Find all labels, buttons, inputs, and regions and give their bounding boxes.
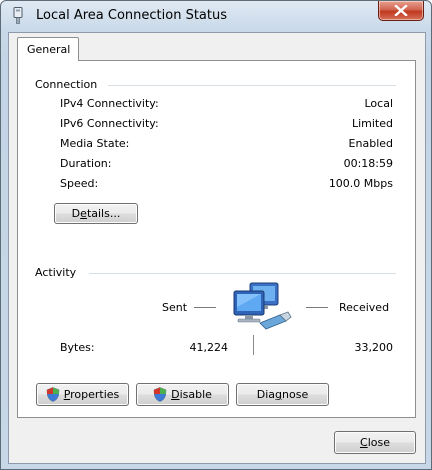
duration-label: Duration: bbox=[60, 157, 112, 170]
ipv6-value: Limited bbox=[351, 117, 393, 130]
details-label: Details... bbox=[71, 207, 121, 220]
duration-value: 00:18:59 bbox=[343, 157, 393, 170]
uac-shield-icon bbox=[46, 387, 60, 402]
activity-heading: Activity bbox=[35, 266, 77, 279]
ipv6-label: IPv6 Connectivity: bbox=[60, 117, 159, 130]
ipv4-label: IPv4 Connectivity: bbox=[60, 97, 159, 110]
close-window-button[interactable] bbox=[378, 1, 424, 21]
connection-divider bbox=[108, 85, 396, 86]
tab-general[interactable]: General bbox=[17, 37, 79, 61]
bytes-divider bbox=[253, 335, 254, 355]
ipv4-value: Local bbox=[364, 97, 393, 110]
close-button[interactable]: Close bbox=[334, 431, 416, 454]
received-label: Received bbox=[339, 301, 390, 314]
properties-label: Properties bbox=[63, 388, 120, 401]
speed-value: 100.0 Mbps bbox=[328, 177, 393, 190]
sent-line bbox=[194, 307, 216, 308]
bytes-label: Bytes: bbox=[60, 341, 95, 354]
diagnose-button[interactable]: Diagnose bbox=[236, 383, 329, 406]
uac-shield-icon bbox=[153, 387, 167, 402]
media-state-value: Enabled bbox=[348, 137, 393, 150]
received-line bbox=[306, 307, 328, 308]
close-icon bbox=[394, 5, 408, 16]
bytes-sent-value: 41,224 bbox=[189, 341, 229, 354]
disable-button[interactable]: Disable bbox=[136, 383, 229, 406]
diagnose-label: Diagnose bbox=[256, 388, 309, 401]
bytes-received-value: 33,200 bbox=[354, 341, 394, 354]
title-bar[interactable]: Local Area Connection Status bbox=[1, 1, 431, 31]
tab-general-label: General bbox=[27, 43, 71, 56]
properties-button[interactable]: Properties bbox=[36, 383, 129, 406]
media-state-label: Media State: bbox=[60, 137, 130, 150]
window-title: Local Area Connection Status bbox=[36, 8, 227, 23]
connection-heading: Connection bbox=[35, 78, 98, 91]
general-tab-panel: Connection IPv4 Connectivity: Local IPv6… bbox=[17, 60, 416, 418]
disable-label: Disable bbox=[171, 388, 212, 401]
activity-divider bbox=[89, 273, 396, 274]
close-label: Close bbox=[360, 436, 390, 449]
network-computers-icon bbox=[233, 282, 292, 330]
dialog-client-area: General Connection IPv4 Connectivity: Lo… bbox=[8, 32, 426, 464]
network-adapter-icon bbox=[13, 7, 23, 24]
details-button[interactable]: Details... bbox=[54, 203, 138, 224]
status-window: Local Area Connection Status General Con… bbox=[0, 0, 432, 470]
speed-label: Speed: bbox=[60, 177, 99, 190]
sent-label: Sent bbox=[162, 301, 188, 314]
